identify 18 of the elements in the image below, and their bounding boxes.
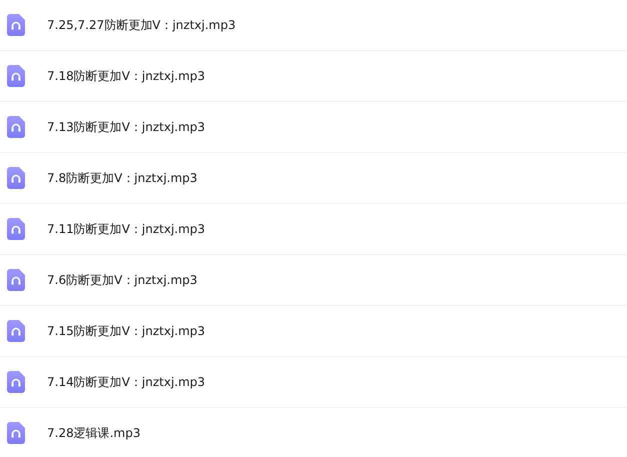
audio-file-icon — [7, 65, 25, 87]
file-name[interactable]: 7.15防断更加V：jnztxj.mp3 — [47, 322, 206, 340]
audio-file-icon — [7, 116, 25, 138]
file-name[interactable]: 7.13防断更加V：jnztxj.mp3 — [47, 118, 206, 136]
audio-file-icon — [7, 371, 25, 393]
file-name[interactable]: 7.6防断更加V：jnztxj.mp3 — [47, 272, 198, 288]
file-name[interactable]: 7.28逻辑课.mp3 — [47, 424, 140, 442]
file-name[interactable]: 7.8防断更加V：jnztxj.mp3 — [47, 170, 198, 186]
audio-file-icon — [7, 218, 25, 240]
file-name[interactable]: 7.14防断更加V：jnztxj.mp3 — [47, 374, 206, 390]
file-name[interactable]: 7.18防断更加V：jnztxj.mp3 — [47, 68, 206, 84]
file-name[interactable]: 7.25,7.27防断更加V：jnztxj.mp3 — [47, 16, 236, 34]
audio-file-icon — [7, 320, 25, 342]
audio-file-icon — [7, 167, 25, 189]
audio-file-icon — [7, 14, 25, 36]
audio-file-icon — [7, 269, 25, 291]
file-name[interactable]: 7.11防断更加V：jnztxj.mp3 — [47, 220, 206, 238]
audio-file-icon — [7, 422, 25, 444]
